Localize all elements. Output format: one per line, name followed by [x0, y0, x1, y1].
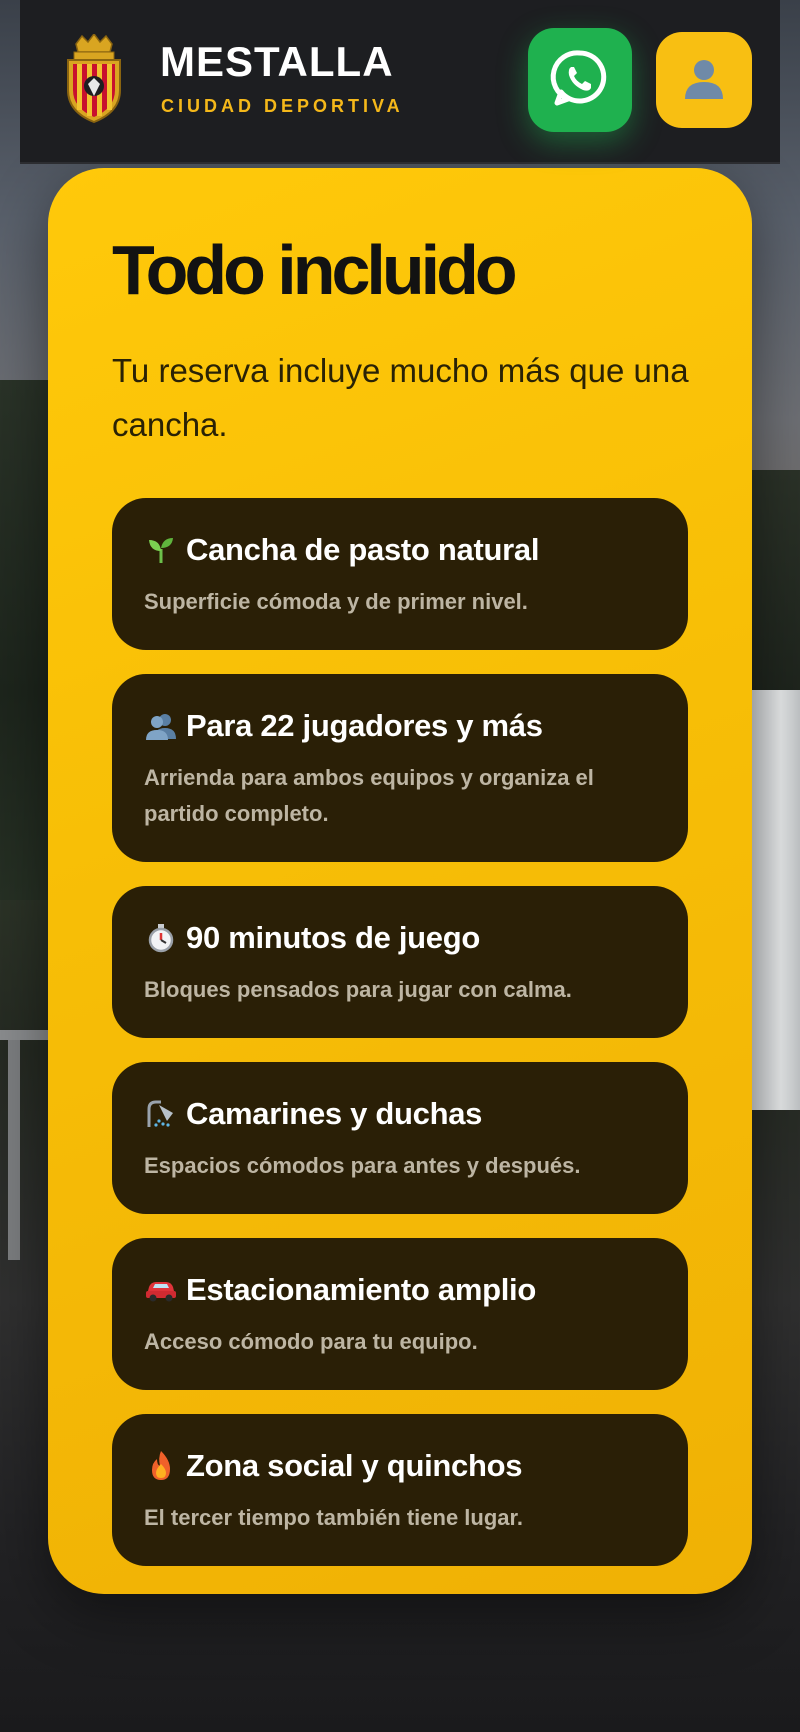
background-building	[749, 690, 800, 1110]
user-icon	[681, 55, 727, 106]
feature-title: Cancha de pasto natural	[186, 532, 540, 567]
stopwatch-icon	[144, 921, 178, 955]
feature-showers: Camarines y duchas Espacios cómodos para…	[112, 1062, 688, 1214]
feature-description: Acceso cómodo para tu equipo.	[144, 1329, 478, 1354]
brand-subtitle: CIUDAD DEPORTIVA	[161, 96, 404, 116]
site-header: MESTALLA CIUDAD DEPORTIVA	[20, 0, 780, 164]
feature-game-minutes: 90 minutos de juego Bloques pensados par…	[112, 886, 688, 1038]
fire-icon	[144, 1449, 178, 1483]
feature-title: Camarines y duchas	[186, 1096, 483, 1131]
included-card: Todo incluido Tu reserva incluye mucho m…	[48, 168, 752, 1594]
feature-title: 90 minutos de juego	[186, 920, 481, 955]
whatsapp-icon	[549, 47, 611, 114]
feature-title: Zona social y quinchos	[186, 1448, 523, 1483]
seedling-icon	[144, 533, 178, 567]
feature-description: Bloques pensados para jugar con calma.	[144, 977, 572, 1002]
whatsapp-button[interactable]	[528, 28, 632, 132]
features-list: Cancha de pasto natural Superficie cómod…	[112, 498, 688, 1590]
feature-description: Superficie cómoda y de primer nivel.	[144, 589, 528, 614]
background-railing	[0, 1030, 52, 1260]
feature-description: Arrienda para ambos equipos y organiza e…	[144, 765, 594, 826]
club-crest-icon[interactable]	[62, 32, 126, 124]
feature-natural-grass: Cancha de pasto natural Superficie cómod…	[112, 498, 688, 650]
card-intro: Tu reserva incluye mucho más que una can…	[112, 352, 689, 443]
feature-parking: Estacionamiento amplio Acceso cómodo par…	[112, 1238, 688, 1390]
feature-description: El tercer tiempo también tiene lugar.	[144, 1505, 523, 1530]
card-title: Todo incluido	[112, 231, 518, 309]
car-icon	[144, 1273, 178, 1307]
people-icon	[144, 709, 178, 743]
feature-title: Para 22 jugadores y más	[186, 708, 543, 743]
user-account-button[interactable]	[656, 32, 752, 128]
feature-description: Espacios cómodos para antes y después.	[144, 1153, 581, 1178]
feature-social-zone: Zona social y quinchos El tercer tiempo …	[112, 1414, 688, 1566]
feature-players: Para 22 jugadores y más Arrienda para am…	[112, 674, 688, 862]
shower-icon	[144, 1097, 178, 1131]
brand-title[interactable]: MESTALLA	[160, 38, 394, 86]
feature-title: Estacionamiento amplio	[186, 1272, 536, 1307]
